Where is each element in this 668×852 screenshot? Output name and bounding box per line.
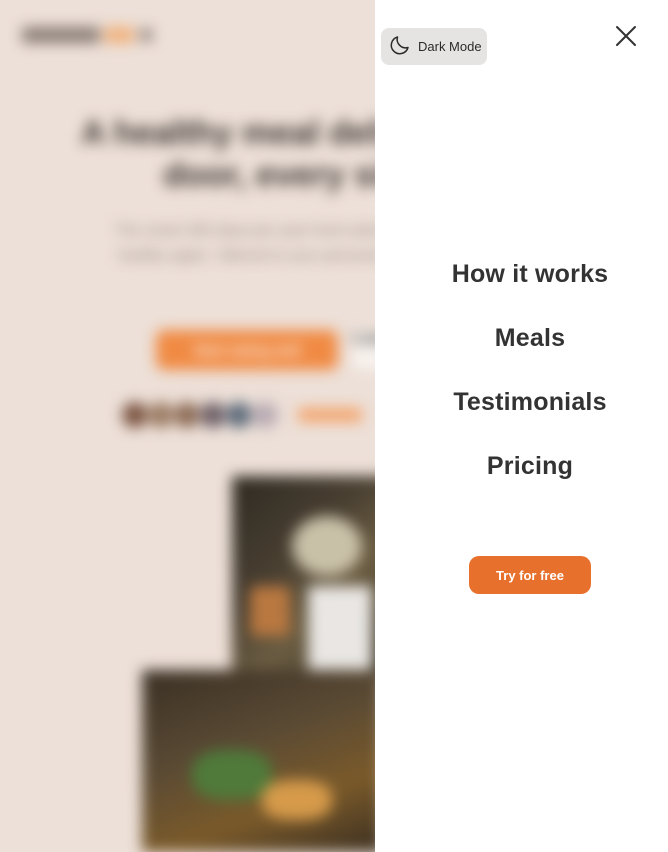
logo-text-block <box>22 27 100 43</box>
delivered-count <box>298 408 362 422</box>
card-shape <box>308 586 372 670</box>
logo-accent-block <box>104 27 134 43</box>
close-menu-button[interactable] <box>612 22 640 50</box>
brand-logo <box>22 24 152 46</box>
nav-links: How it works Meals Testimonials Pricing <box>375 252 668 508</box>
mobile-nav-drawer: Dark Mode How it works Meals Testimonial… <box>375 0 668 852</box>
logo-tail-block <box>140 29 152 41</box>
avatar <box>250 400 280 430</box>
nav-link-meals[interactable]: Meals <box>495 316 565 360</box>
nav-link-how-it-works[interactable]: How it works <box>452 252 609 296</box>
nav-link-testimonials[interactable]: Testimonials <box>453 380 606 424</box>
nav-item: Testimonials <box>375 380 668 444</box>
jar-shape <box>250 586 290 636</box>
greens-shape <box>192 750 272 800</box>
start-eating-button: Start eating well <box>156 330 338 370</box>
nav-item: Meals <box>375 316 668 380</box>
close-icon <box>612 26 640 53</box>
nav-item: Pricing <box>375 444 668 508</box>
moon-icon <box>388 33 412 60</box>
nav-item: How it works <box>375 252 668 316</box>
dark-mode-label: Dark Mode <box>418 39 482 54</box>
dark-mode-toggle[interactable]: Dark Mode <box>381 28 487 65</box>
nav-link-pricing[interactable]: Pricing <box>487 444 573 488</box>
try-for-free-button[interactable]: Try for free <box>469 556 591 594</box>
meal-photo-secondary <box>142 670 382 852</box>
bread-shape <box>262 780 332 820</box>
plate-shape <box>292 516 362 576</box>
